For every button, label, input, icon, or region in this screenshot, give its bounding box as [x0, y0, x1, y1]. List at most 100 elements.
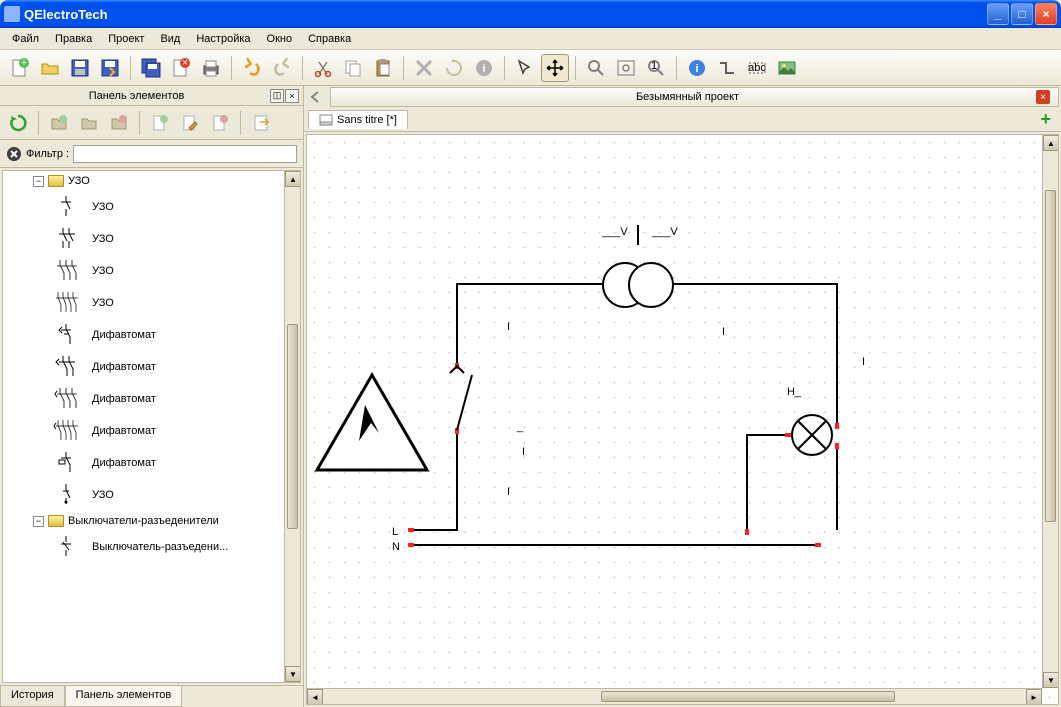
- terminal-L: L: [392, 526, 398, 538]
- filter-input[interactable]: [73, 145, 297, 163]
- tree-item[interactable]: УЗО: [3, 223, 300, 255]
- tree-scrollbar[interactable]: ▲ ▼: [284, 171, 300, 682]
- element-label: УЗО: [92, 297, 114, 309]
- tree-item[interactable]: Дифавтомат: [3, 319, 300, 351]
- print-button[interactable]: [197, 54, 225, 82]
- edit-category-button[interactable]: [75, 109, 103, 137]
- undo-button[interactable]: [238, 54, 266, 82]
- reload-button[interactable]: [4, 109, 32, 137]
- open-button[interactable]: [36, 54, 64, 82]
- select-tool[interactable]: [511, 54, 539, 82]
- elements-panel: Панель элементов ◫ × Фильтр : −: [0, 86, 304, 707]
- svg-text:i: i: [482, 63, 485, 75]
- scroll-thumb-v[interactable]: [1045, 190, 1056, 522]
- canvas-scrollbar-v[interactable]: ▲ ▼: [1042, 135, 1058, 688]
- panel-close-button[interactable]: ×: [285, 89, 299, 103]
- new-element-button[interactable]: [146, 109, 174, 137]
- new-button[interactable]: +: [6, 54, 34, 82]
- import-button[interactable]: [247, 109, 275, 137]
- tree-item[interactable]: УЗО: [3, 255, 300, 287]
- menu-project[interactable]: Проект: [100, 31, 152, 47]
- zoom-button[interactable]: [582, 54, 610, 82]
- element-symbol-icon: [48, 193, 84, 221]
- scroll-right-button[interactable]: ►: [1026, 689, 1042, 705]
- menu-help[interactable]: Справка: [300, 31, 359, 47]
- elements-tree[interactable]: − УЗО УЗОУЗОУЗОУЗОДифавтоматДифавтоматДи…: [2, 170, 301, 683]
- paste-button[interactable]: [369, 54, 397, 82]
- about-button[interactable]: i: [683, 54, 711, 82]
- delete-element-button[interactable]: [206, 109, 234, 137]
- tree-item[interactable]: Дифавтомат: [3, 415, 300, 447]
- menu-file[interactable]: Файл: [4, 31, 47, 47]
- element-label: Дифавтомат: [92, 425, 156, 437]
- expand-icon[interactable]: −: [33, 516, 44, 527]
- add-sheet-button[interactable]: +: [1034, 109, 1057, 130]
- scroll-up-button[interactable]: ▲: [285, 171, 301, 187]
- scroll-left-button[interactable]: ◄: [307, 689, 323, 705]
- tree-item[interactable]: Дифавтомат: [3, 383, 300, 415]
- tree-item[interactable]: УЗО: [3, 191, 300, 223]
- sheet-tab[interactable]: Sans titre [*]: [308, 110, 408, 129]
- close-tab-button[interactable]: ×: [1036, 90, 1050, 104]
- redo-button[interactable]: [268, 54, 296, 82]
- current-marker: I: [507, 321, 510, 333]
- project-tab[interactable]: Безымянный проект ×: [330, 87, 1059, 107]
- elements-tab[interactable]: Панель элементов: [65, 686, 183, 707]
- edit-element-button[interactable]: [176, 109, 204, 137]
- tree-item[interactable]: УЗО: [3, 287, 300, 319]
- expand-icon[interactable]: −: [33, 176, 44, 187]
- save-all-button[interactable]: [137, 54, 165, 82]
- copy-button[interactable]: [339, 54, 367, 82]
- menubar: Файл Правка Проект Вид Настройка Окно Сп…: [0, 28, 1061, 50]
- maximize-button[interactable]: □: [1011, 3, 1033, 25]
- scroll-up-button[interactable]: ▲: [1043, 135, 1059, 151]
- conductor-button[interactable]: [713, 54, 741, 82]
- menu-view[interactable]: Вид: [152, 31, 188, 47]
- prev-tab-icon[interactable]: [308, 89, 324, 105]
- tree-item[interactable]: Дифавтомат: [3, 351, 300, 383]
- tree-folder[interactable]: − Выключатели-разъеденители: [3, 511, 300, 531]
- element-symbol-icon: [48, 353, 84, 381]
- close-button[interactable]: ×: [1035, 3, 1057, 25]
- current-marker: _: [516, 421, 524, 433]
- menu-window[interactable]: Окно: [259, 31, 301, 47]
- save-as-button[interactable]: [96, 54, 124, 82]
- folder-label: УЗО: [68, 175, 90, 187]
- close-file-button[interactable]: ×: [167, 54, 195, 82]
- history-tab[interactable]: История: [0, 686, 65, 707]
- folder-icon: [48, 515, 64, 527]
- tree-item[interactable]: Выключатель-разъедени...: [3, 531, 300, 563]
- scroll-thumb-h[interactable]: [601, 691, 895, 702]
- info-button[interactable]: i: [470, 54, 498, 82]
- move-tool[interactable]: [541, 54, 569, 82]
- element-label: Дифавтомат: [92, 393, 156, 405]
- menu-settings[interactable]: Настройка: [188, 31, 258, 47]
- clear-filter-icon[interactable]: [6, 146, 22, 162]
- svg-text:1: 1: [651, 60, 657, 72]
- scroll-down-button[interactable]: ▼: [285, 666, 301, 682]
- image-button[interactable]: [773, 54, 801, 82]
- scroll-down-button[interactable]: ▼: [1043, 672, 1059, 688]
- minimize-button[interactable]: _: [987, 3, 1009, 25]
- text-button[interactable]: abc: [743, 54, 771, 82]
- current-marker: I: [862, 356, 865, 368]
- scroll-thumb[interactable]: [287, 324, 298, 528]
- canvas-scrollbar-h[interactable]: ◄ ►: [307, 688, 1042, 704]
- tree-folder[interactable]: − УЗО: [3, 171, 300, 191]
- new-category-button[interactable]: [45, 109, 73, 137]
- delete-button[interactable]: [410, 54, 438, 82]
- sheet-title: Sans titre [*]: [337, 114, 397, 126]
- zoom-reset-button[interactable]: 1: [642, 54, 670, 82]
- save-button[interactable]: [66, 54, 94, 82]
- zoom-fit-button[interactable]: [612, 54, 640, 82]
- cut-button[interactable]: [309, 54, 337, 82]
- rotate-button[interactable]: [440, 54, 468, 82]
- menu-edit[interactable]: Правка: [47, 31, 100, 47]
- panel-header: Панель элементов ◫ ×: [0, 86, 303, 106]
- schematic-canvas[interactable]: ___V ___V H_: [306, 134, 1059, 705]
- panel-tabs: История Панель элементов: [0, 685, 303, 707]
- tree-item[interactable]: Дифавтомат: [3, 447, 300, 479]
- panel-float-button[interactable]: ◫: [270, 89, 284, 103]
- tree-item[interactable]: УЗО: [3, 479, 300, 511]
- delete-category-button[interactable]: [105, 109, 133, 137]
